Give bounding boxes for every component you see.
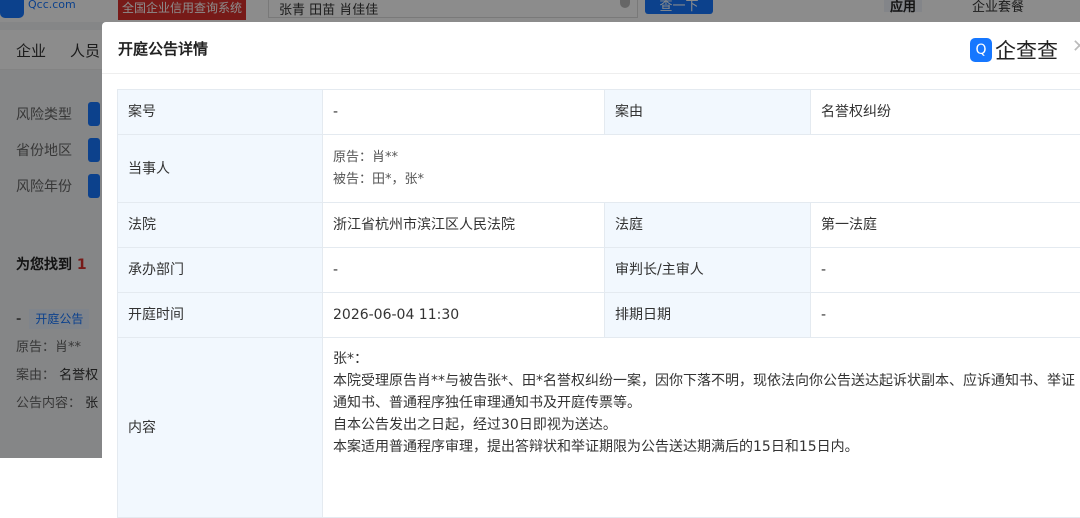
court-value: 浙江省杭州市滨江区人民法院 <box>323 203 605 248</box>
judge-label: 审判长/主审人 <box>605 248 811 293</box>
schedule-value: - <box>811 293 1080 338</box>
content-line: 本院受理原告肖**与被告张*、田*名誉权纠纷一案，因你下落不明，现依法向你公告送… <box>333 370 1076 414</box>
brand-name: 企查查 <box>995 35 1058 65</box>
close-icon[interactable]: ✕ <box>1072 36 1080 57</box>
courtroom-label: 法庭 <box>605 203 811 248</box>
cause-value: 名誉权纠纷 <box>811 90 1080 135</box>
time-value: 2026-06-04 11:30 <box>323 293 605 338</box>
plaintiff: 原告：肖** <box>333 147 1080 169</box>
case-no-value: - <box>323 90 605 135</box>
department-value: - <box>323 248 605 293</box>
courtroom-value: 第一法庭 <box>811 203 1080 248</box>
content-label: 内容 <box>118 338 323 518</box>
divider <box>102 73 1080 74</box>
case-no-label: 案号 <box>118 90 323 135</box>
department-label: 承办部门 <box>118 248 323 293</box>
defendant: 被告：田*，张* <box>333 169 1080 191</box>
modal-title: 开庭公告详情 <box>118 38 208 59</box>
content-line: 张*： <box>333 348 1076 370</box>
brand-icon: Q <box>970 38 992 62</box>
court-label: 法院 <box>118 203 323 248</box>
hearing-detail-modal: 开庭公告详情 Q企查查 ✕ 案号-案由名誉权纠纷 当事人原告：肖**被告：田*，… <box>102 22 1080 482</box>
parties-label: 当事人 <box>118 135 323 203</box>
content-line: 本案适用普通程序审理，提出答辩状和举证期限为公告送达期满后的15日和15日内。 <box>333 436 1076 458</box>
content-line: 自本公告发出之日起，经过30日即视为送达。 <box>333 414 1076 436</box>
schedule-label: 排期日期 <box>605 293 811 338</box>
cause-label: 案由 <box>605 90 811 135</box>
brand-logo: Q企查查 <box>970 35 1058 65</box>
detail-table: 案号-案由名誉权纠纷 当事人原告：肖**被告：田*，张* 法院浙江省杭州市滨江区… <box>117 89 1080 518</box>
time-label: 开庭时间 <box>118 293 323 338</box>
judge-value: - <box>811 248 1080 293</box>
